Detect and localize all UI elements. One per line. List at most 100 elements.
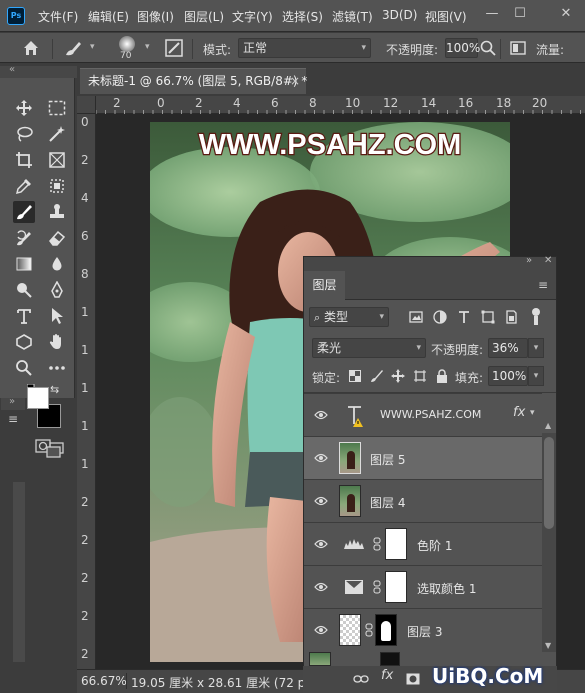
swap-colors-icon[interactable]: ⇆ [50, 383, 59, 396]
link-layers-icon[interactable] [353, 673, 369, 688]
menu-type[interactable]: 文字(Y) [232, 8, 273, 25]
layer-mask-thumbnail[interactable] [385, 571, 407, 603]
link-chain-icon[interactable] [373, 537, 381, 554]
crop-tool-icon[interactable] [13, 149, 35, 171]
pen-tool-icon[interactable] [46, 279, 68, 301]
blend-mode-select[interactable]: 柔光 ▾ [312, 338, 426, 358]
mode-select[interactable]: 正常 ▾ [238, 38, 371, 58]
magic-wand-tool-icon[interactable] [46, 123, 68, 145]
frame-tool-icon[interactable] [46, 149, 68, 171]
zoom-tool-icon[interactable] [13, 357, 35, 379]
layer-row[interactable]: 图层 4 [304, 479, 542, 522]
filter-smart-object-icon[interactable] [503, 309, 519, 325]
link-chain-icon[interactable] [373, 580, 381, 597]
visibility-eye-icon[interactable] [314, 409, 328, 423]
home-icon[interactable] [22, 39, 40, 60]
foreground-color-swatch[interactable] [27, 387, 49, 409]
minimize-icon[interactable]: — [482, 4, 502, 24]
hand-tool-icon[interactable] [46, 331, 68, 353]
more-tools-icon[interactable] [46, 357, 68, 379]
move-tool-icon[interactable] [13, 97, 35, 119]
menu-select[interactable]: 选择(S) [282, 8, 323, 25]
search-icon[interactable] [480, 40, 496, 59]
menu-3d[interactable]: 3D(D) [382, 8, 417, 22]
collapse-icon[interactable]: » [526, 255, 532, 266]
panel-menu-icon[interactable]: ≡ [538, 278, 548, 292]
dodge-tool-icon[interactable] [13, 279, 35, 301]
chevron-down-icon[interactable]: ▾ [90, 42, 95, 52]
chevron-down-icon[interactable]: ▾ [528, 338, 544, 358]
brush-tool-icon[interactable] [13, 201, 35, 223]
blur-tool-icon[interactable] [46, 253, 68, 275]
filter-shape-icon[interactable] [480, 309, 496, 325]
close-tab-icon[interactable]: × [290, 69, 300, 93]
fill-field[interactable]: 100% [488, 366, 528, 386]
lock-transparent-icon[interactable] [347, 368, 363, 384]
menu-icon[interactable]: ≡ [8, 412, 18, 426]
lock-all-icon[interactable] [434, 368, 450, 384]
filter-toggle-icon[interactable] [532, 308, 540, 326]
shape-tool-icon[interactable] [13, 331, 35, 353]
menu-view[interactable]: 视图(V) [425, 8, 467, 25]
chevron-down-icon[interactable]: ▾ [530, 408, 535, 418]
layer-row[interactable]: 图层 5 [304, 436, 542, 479]
menu-image[interactable]: 图像(I) [137, 8, 174, 25]
layer-row[interactable]: 选取颜色 1 [304, 565, 542, 608]
lasso-tool-icon[interactable] [13, 123, 35, 145]
maximize-icon[interactable]: ☐ [510, 4, 530, 24]
chevron-down-icon[interactable]: ▾ [528, 366, 544, 386]
path-select-tool-icon[interactable] [46, 305, 68, 327]
visibility-eye-icon[interactable] [314, 624, 328, 638]
close-panel-icon[interactable]: ✕ [544, 255, 552, 266]
brush-tip-icon[interactable] [119, 36, 135, 52]
stamp-tool-icon[interactable] [46, 201, 68, 223]
filter-adjustment-icon[interactable] [432, 309, 448, 325]
history-brush-tool-icon[interactable] [13, 227, 35, 249]
brush-settings-icon[interactable] [165, 39, 183, 60]
menu-file[interactable]: 文件(F) [38, 8, 78, 25]
layer-row[interactable]: WWW.PSAHZ.COM fx ▾ [304, 393, 542, 436]
chevron-down-icon[interactable]: ▾ [145, 42, 150, 52]
add-mask-icon[interactable] [406, 673, 420, 688]
layer-opacity-field[interactable]: 36% [488, 338, 528, 358]
menu-filter[interactable]: 滤镜(T) [332, 8, 373, 25]
lock-position-icon[interactable] [390, 368, 406, 384]
tab-layers[interactable]: 图层 [304, 271, 345, 300]
layer-row[interactable]: 色阶 1 [304, 522, 542, 565]
eyedropper-tool-icon[interactable] [13, 175, 35, 197]
layer-row[interactable]: 图层 3 [304, 608, 542, 651]
opacity-field[interactable]: 100% [445, 38, 480, 58]
layers-scrollbar-thumb[interactable] [544, 437, 554, 529]
lock-image-icon[interactable] [369, 368, 385, 384]
scroll-down-icon[interactable]: ▼ [545, 641, 551, 650]
filter-pixel-icon[interactable] [408, 309, 424, 325]
dock-scrollbar[interactable] [13, 482, 25, 662]
visibility-eye-icon[interactable] [314, 538, 328, 552]
layer-mask-thumbnail[interactable] [385, 528, 407, 560]
add-style-fx-icon[interactable]: fx [381, 668, 393, 683]
screen-mode-icon[interactable] [46, 442, 64, 461]
visibility-eye-icon[interactable] [314, 495, 328, 509]
menu-edit[interactable]: 编辑(E) [88, 8, 129, 25]
collapse-icon[interactable]: « [9, 64, 15, 75]
filter-type-icon[interactable] [456, 309, 472, 325]
scroll-up-icon[interactable]: ▲ [545, 421, 551, 430]
visibility-eye-icon[interactable] [314, 452, 328, 466]
visibility-eye-icon[interactable] [314, 581, 328, 595]
layer-mask-thumbnail[interactable] [375, 614, 397, 646]
layer-filter-select[interactable]: ⌕ 类型 ▾ [309, 307, 389, 327]
marquee-tool-icon[interactable] [46, 97, 68, 119]
link-chain-icon[interactable] [365, 623, 373, 640]
eraser-tool-icon[interactable] [46, 227, 68, 249]
zoom-level[interactable]: 66.67% [81, 674, 127, 688]
close-icon[interactable]: ✕ [556, 4, 576, 24]
menu-layer[interactable]: 图层(L) [184, 8, 224, 25]
fx-badge-icon[interactable]: fx [513, 405, 525, 420]
ruler-origin[interactable] [77, 96, 96, 114]
lock-artboard-icon[interactable] [412, 368, 428, 384]
object-select-tool-icon[interactable] [46, 175, 68, 197]
gradient-tool-icon[interactable] [13, 253, 35, 275]
type-tool-icon[interactable] [13, 305, 35, 327]
pressure-opacity-icon[interactable] [510, 41, 526, 58]
document-tab[interactable]: 未标题-1 @ 66.7% (图层 5, RGB/8#) * × [80, 68, 307, 94]
